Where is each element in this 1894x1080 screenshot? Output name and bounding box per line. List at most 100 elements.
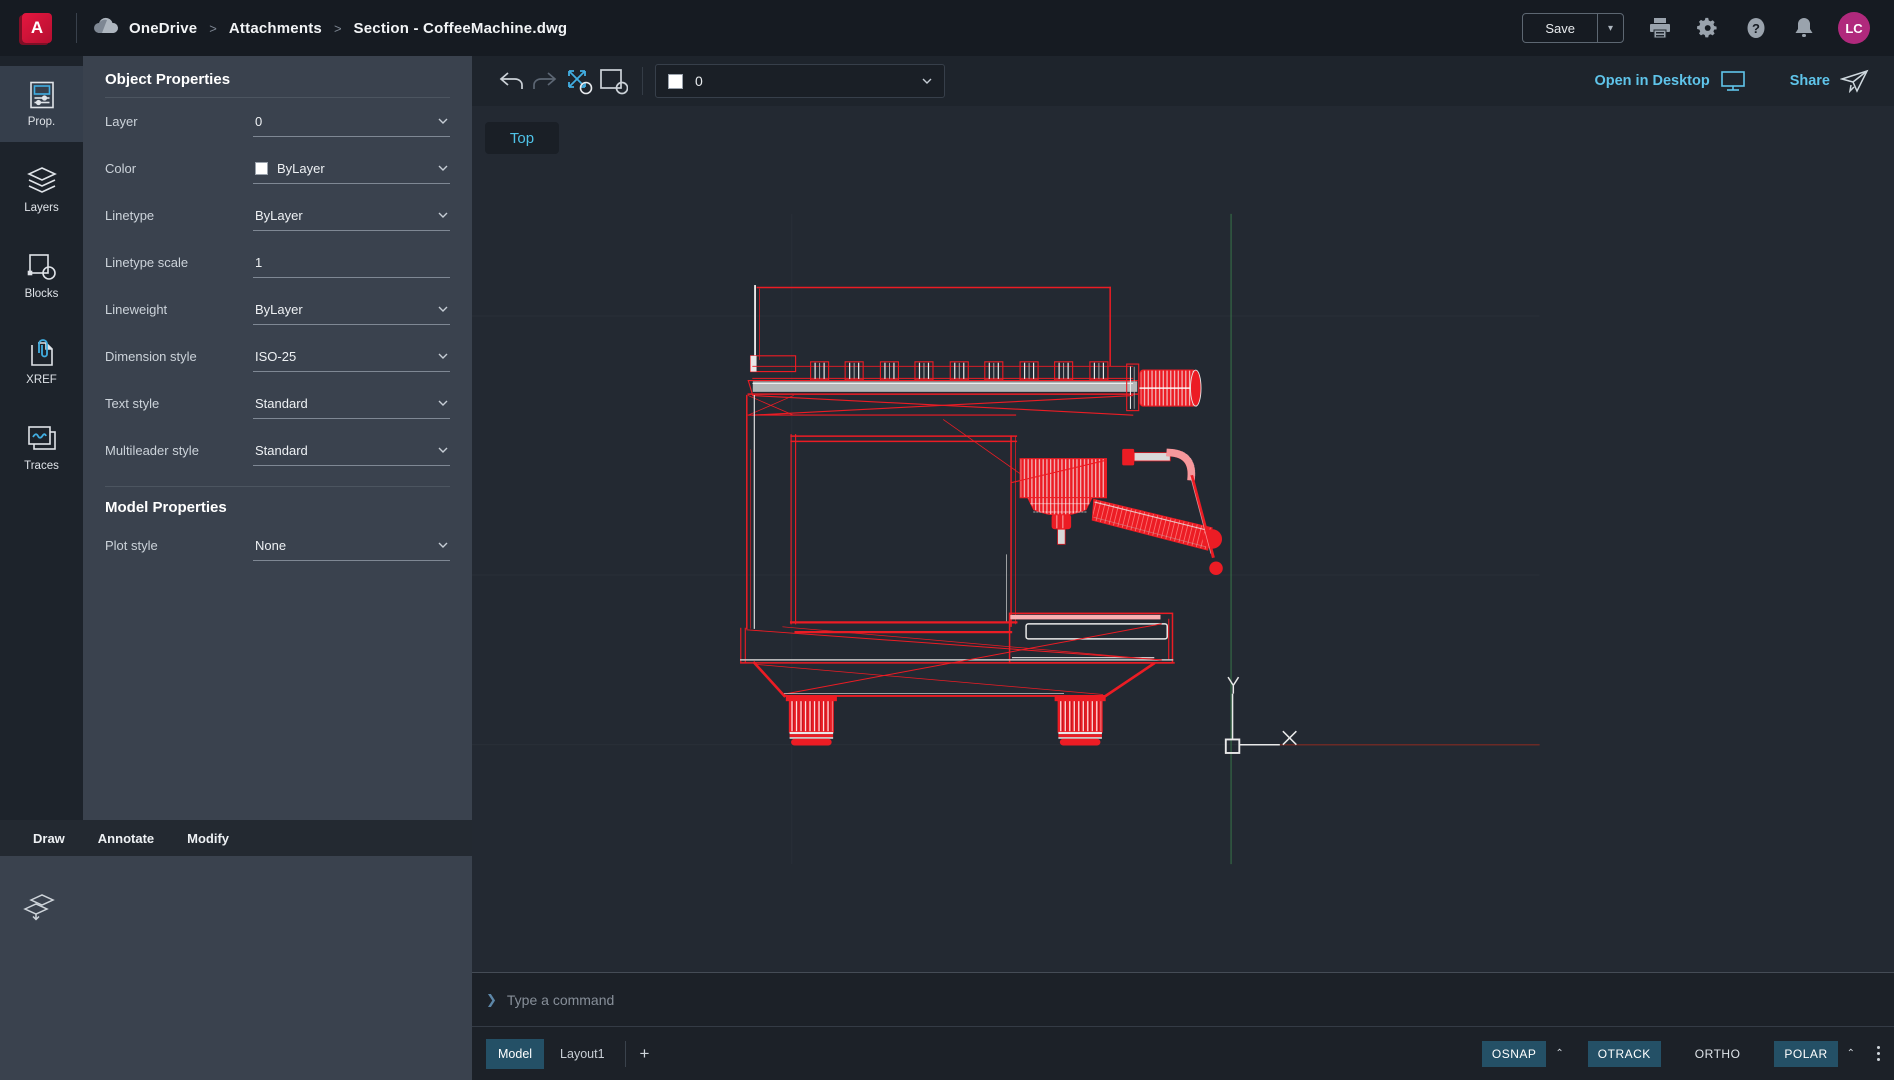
sidebar-item-blocks[interactable]: Blocks <box>0 238 83 314</box>
sidebar-item-properties[interactable]: Prop. <box>0 66 83 142</box>
print-icon[interactable] <box>1648 16 1672 40</box>
property-label: Plot style <box>105 538 253 553</box>
property-row-color: Color ByLayer <box>105 145 450 192</box>
property-value: 0 <box>255 114 262 129</box>
sidebar-item-label: Traces <box>24 460 59 472</box>
property-value: None <box>255 538 286 553</box>
top-bar: A OneDrive > Attachments > Section - Cof… <box>0 0 1894 56</box>
user-avatar[interactable]: LC <box>1838 12 1870 44</box>
toggle-polar[interactable]: POLAR <box>1774 1041 1837 1067</box>
property-row-linetype-scale: Linetype scale 1 <box>105 239 450 286</box>
viewport-control-badge[interactable]: Top <box>485 122 559 154</box>
topbar-divider <box>76 13 77 43</box>
plot-style-select[interactable]: None <box>253 531 450 561</box>
property-value: ISO-25 <box>255 349 296 364</box>
breadcrumb-drive[interactable]: OneDrive <box>129 20 197 37</box>
osnap-caret-icon[interactable]: ⌃ <box>1555 1048 1563 1059</box>
chevron-down-icon <box>438 542 448 548</box>
dimension-style-select[interactable]: ISO-25 <box>253 342 450 372</box>
help-icon[interactable]: ? <box>1744 16 1768 40</box>
property-label: Lineweight <box>105 302 253 317</box>
text-style-select[interactable]: Standard <box>253 389 450 419</box>
notifications-bell-icon[interactable] <box>1792 16 1816 40</box>
toggle-osnap[interactable]: OSNAP <box>1482 1041 1547 1067</box>
status-overflow-menu[interactable] <box>1877 1046 1880 1061</box>
sidebar-item-label: Layers <box>24 202 59 214</box>
property-row-lineweight: Lineweight ByLayer <box>105 286 450 333</box>
color-select[interactable]: ByLayer <box>253 154 450 184</box>
linetype-select[interactable]: ByLayer <box>253 201 450 231</box>
current-layer-dropdown[interactable]: 0 <box>655 64 945 98</box>
autocad-logo[interactable]: A <box>22 13 52 43</box>
drawing-toolbar: 0 Open in Desktop Share <box>472 56 1894 106</box>
property-label: Text style <box>105 396 253 411</box>
property-value: Standard <box>255 396 308 411</box>
save-dropdown-arrow[interactable]: ▾ <box>1597 14 1623 42</box>
toggle-ortho[interactable]: ORTHO <box>1685 1041 1751 1067</box>
lineweight-select[interactable]: ByLayer <box>253 295 450 325</box>
sidebar-item-xref[interactable]: XREF <box>0 324 83 400</box>
linetype-scale-input[interactable]: 1 <box>253 248 450 278</box>
chevron-down-icon <box>438 447 448 453</box>
bottom-tools-bar: Draw Annotate Modify <box>0 820 472 856</box>
ucs-y-label <box>1228 677 1239 694</box>
property-row-plot-style: Plot style None <box>105 522 450 569</box>
trace-ghost-icon[interactable] <box>22 892 56 922</box>
drawing-canvas[interactable]: Top <box>472 106 1894 972</box>
property-value: ByLayer <box>255 208 303 223</box>
chevron-down-icon <box>438 353 448 359</box>
command-bar[interactable]: ❯ Type a command <box>472 972 1894 1026</box>
property-row-dimension-style: Dimension style ISO-25 <box>105 333 450 380</box>
save-button[interactable]: Save <box>1523 14 1597 42</box>
tab-annotate[interactable]: Annotate <box>98 831 154 846</box>
breadcrumb-separator: > <box>209 21 217 36</box>
onedrive-cloud-icon <box>93 17 119 40</box>
redo-button[interactable] <box>528 64 562 98</box>
undo-button[interactable] <box>494 64 528 98</box>
save-split-button: Save ▾ <box>1522 13 1624 43</box>
multileader-style-select[interactable]: Standard <box>253 436 450 466</box>
open-in-desktop-button[interactable]: Open in Desktop <box>1594 70 1745 92</box>
canvas-grid <box>472 214 1540 864</box>
chevron-down-icon <box>438 306 448 312</box>
left-rail: Prop. Layers Blocks XREF Traces <box>0 56 83 820</box>
toggle-otrack[interactable]: OTRACK <box>1588 1041 1661 1067</box>
property-label: Dimension style <box>105 349 253 364</box>
property-value: ByLayer <box>255 302 303 317</box>
object-properties-header: Object Properties <box>105 56 450 88</box>
tab-divider <box>625 1041 626 1067</box>
tab-modify[interactable]: Modify <box>187 831 229 846</box>
status-bar: Model Layout1 + OSNAP ⌃ OTRACK ORTHO POL… <box>472 1026 1894 1080</box>
move-tool-icon[interactable] <box>562 64 596 98</box>
sidebar-item-label: XREF <box>26 374 57 386</box>
chevron-down-icon <box>922 78 932 84</box>
tab-draw[interactable]: Draw <box>33 831 65 846</box>
cad-viewport[interactable] <box>472 106 1894 972</box>
coffee-machine-drawing[interactable] <box>741 286 1223 745</box>
tool-palette-area <box>0 856 472 1080</box>
layer-select[interactable]: 0 <box>253 107 450 137</box>
model-properties-header: Model Properties <box>105 487 450 516</box>
sidebar-item-traces[interactable]: Traces <box>0 410 83 486</box>
color-swatch <box>255 162 268 175</box>
share-plane-icon <box>1840 69 1870 93</box>
tab-model[interactable]: Model <box>486 1039 544 1069</box>
property-label: Layer <box>105 114 253 129</box>
breadcrumb-folder[interactable]: Attachments <box>229 20 322 37</box>
breadcrumb-file: Section - CoffeeMachine.dwg <box>354 20 568 37</box>
desktop-monitor-icon <box>1720 70 1746 92</box>
command-input[interactable]: Type a command <box>507 992 614 1008</box>
share-button[interactable]: Share <box>1790 69 1870 93</box>
settings-gear-icon[interactable] <box>1696 16 1720 40</box>
polar-caret-icon[interactable]: ⌃ <box>1847 1048 1855 1059</box>
tab-layout1[interactable]: Layout1 <box>548 1039 616 1069</box>
xref-icon <box>28 339 56 367</box>
property-label: Linetype scale <box>105 255 253 270</box>
layers-icon <box>27 167 57 195</box>
add-layout-button[interactable]: + <box>640 1044 650 1064</box>
sidebar-item-layers[interactable]: Layers <box>0 152 83 228</box>
sidebar-item-label: Blocks <box>25 288 59 300</box>
window-select-icon[interactable] <box>596 64 630 98</box>
properties-icon <box>29 81 55 109</box>
command-prompt-icon: ❯ <box>486 992 497 1008</box>
